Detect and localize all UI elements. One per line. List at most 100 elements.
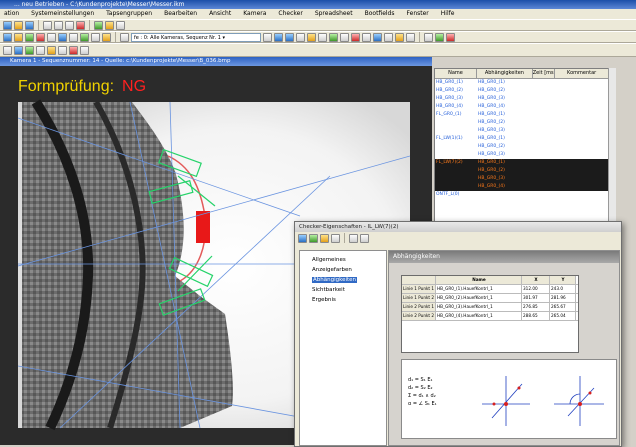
new-icon[interactable] [3, 20, 12, 30]
grid-row[interactable]: Linie 1 Punkt 2 HB_GR0_(2).HauefKontrl_1 3… [402, 294, 578, 303]
menu-item-spreadsheet[interactable]: Spreadsheet [314, 9, 354, 19]
menu-item-bearbeiten[interactable]: Bearbeiten [163, 9, 198, 19]
table-row[interactable]: HB_GR0_(3) HB_GR0_(3) [435, 95, 609, 103]
pin-icon[interactable] [360, 233, 369, 243]
settings-icon[interactable] [102, 32, 111, 42]
table-row[interactable]: HB_GR0_(2) HB_GR0_(2) [435, 87, 609, 95]
camera-select[interactable]: fe : 0: Alle Kameras, Sequenz Nr. 1 ▾ [131, 32, 261, 42]
line-icon[interactable] [340, 32, 349, 42]
column-header-name[interactable]: Name [435, 69, 478, 78]
info-icon[interactable] [105, 20, 114, 30]
cancel-icon[interactable] [446, 32, 455, 42]
property-tree: Allgemeines Anzeigefarben Abhängigkeiten… [299, 250, 387, 446]
menu-item-fenster[interactable]: Fenster [406, 9, 430, 19]
tree-item-anzeigefarben[interactable]: Anzeigefarben [300, 265, 386, 275]
loop-icon[interactable] [91, 32, 100, 42]
table-row[interactable]: FL_LW(1)(1) HB_GR0_(1) [435, 135, 609, 143]
ok-icon[interactable] [435, 32, 444, 42]
live-icon[interactable] [58, 32, 67, 42]
table-row[interactable]: HB_GR0_(2) [435, 167, 609, 175]
previous-icon[interactable] [120, 32, 129, 42]
table-row[interactable]: HB_GR0_(3) [435, 127, 609, 135]
arrow-right-icon[interactable] [349, 233, 358, 243]
open-folder-icon[interactable] [14, 20, 23, 30]
tree-item-abhaengigkeiten[interactable]: Abhängigkeiten [300, 275, 386, 285]
roi-icon[interactable] [329, 32, 338, 42]
tool-select-icon[interactable] [3, 45, 12, 55]
column-header-time[interactable]: Zeit [ms] [533, 69, 556, 78]
menu-item-hilfe[interactable]: Hilfe [440, 9, 456, 19]
tool-contour-icon[interactable] [47, 45, 56, 55]
copy-icon[interactable] [54, 20, 63, 30]
camera-select-value: fe : 0: Alle Kameras, Sequenz Nr. 1 [134, 34, 221, 41]
grid-row[interactable]: Linie 2 Punkt 1 HB_GR0_(3).HauefKontrl_1 2… [402, 303, 578, 312]
table-row[interactable]: FL_GR0_(1) HB_GR0_(1) [435, 111, 609, 119]
table-cell-comment [555, 183, 609, 191]
color-icon[interactable] [395, 32, 404, 42]
tool-pattern-icon[interactable] [36, 45, 45, 55]
table-row[interactable]: FL_LW(7)(2) HB_GR0_(1) [435, 159, 609, 167]
menu-item-bootfields[interactable]: Bootfields [364, 9, 396, 19]
tool-ocr-icon[interactable] [58, 45, 67, 55]
grid-header-y[interactable]: Y [550, 276, 576, 284]
table-cell-time [533, 175, 556, 183]
zoom-out-icon[interactable] [285, 32, 294, 42]
record-icon[interactable] [69, 32, 78, 42]
grid-row[interactable]: Linie 2 Punkt 2 HB_GR0_(4).HauefKontrl_1 2… [402, 312, 578, 321]
run-icon[interactable] [94, 20, 103, 30]
delete-icon[interactable] [76, 20, 85, 30]
text-icon[interactable] [384, 32, 393, 42]
tree-item-allgemeines[interactable]: Allgemeines [300, 255, 386, 265]
grid-icon[interactable] [307, 32, 316, 42]
menu-item-checker[interactable]: Checker [277, 9, 303, 19]
paste-icon[interactable] [65, 20, 74, 30]
next-icon[interactable] [263, 32, 272, 42]
tree-item-ergebnis[interactable]: Ergebnis [300, 295, 386, 305]
folder-icon[interactable] [320, 233, 329, 243]
copy-icon[interactable] [309, 233, 318, 243]
grid-header-x[interactable]: X [522, 276, 550, 284]
table-row[interactable]: HB_GR0_(2) [435, 119, 609, 127]
column-header-dependencies[interactable]: Abhängigkeiten [477, 69, 533, 78]
table-row[interactable]: HB_GR0_(3) [435, 175, 609, 183]
stop-icon[interactable] [36, 32, 45, 42]
zoom-in-icon[interactable] [274, 32, 283, 42]
save-icon[interactable] [25, 20, 34, 30]
menu-item-kamera[interactable]: Kamera [242, 9, 267, 19]
camera-icon[interactable] [3, 32, 12, 42]
table-row[interactable]: HB_GR0_(2) [435, 143, 609, 151]
tool-caliper-icon[interactable] [80, 45, 89, 55]
grid-header-name[interactable]: Name [436, 276, 522, 284]
tool-edge-icon[interactable] [14, 45, 23, 55]
search-icon[interactable] [424, 32, 433, 42]
menu-item-ation[interactable]: ation [3, 9, 20, 19]
checker-icon[interactable] [373, 32, 382, 42]
undo-icon[interactable] [331, 233, 340, 243]
table-row[interactable]: HB_GR0_(4) [435, 183, 609, 191]
apply-icon[interactable] [298, 233, 307, 243]
print-icon[interactable] [116, 20, 125, 30]
pointer-icon[interactable] [318, 32, 327, 42]
table-row[interactable]: HB_GR0_(4) HB_GR0_(4) [435, 103, 609, 111]
camera-window-title: Kamera 1 - Sequenznummer: 14 - Quelle: c… [0, 57, 432, 66]
column-header-comment[interactable]: Kommentar [555, 69, 609, 78]
trigger-icon[interactable] [80, 32, 89, 42]
table-row[interactable]: ONTF_L(0) [435, 191, 609, 199]
fit-icon[interactable] [296, 32, 305, 42]
menu-item-ansicht[interactable]: Ansicht [208, 9, 232, 19]
menu-item-tapsengruppen[interactable]: Tapsengruppen [105, 9, 153, 19]
tool-blob-icon[interactable] [25, 45, 34, 55]
histogram-icon[interactable] [406, 32, 415, 42]
menu-item-systemeinstellungen[interactable]: Systemeinstellungen [30, 9, 95, 19]
tree-item-sichtbarkeit[interactable]: Sichtbarkeit [300, 285, 386, 295]
grid-row[interactable]: Linie 1 Punkt 1 HB_GR0_(1).HauefKontrl_1 3… [402, 285, 578, 294]
grab-icon[interactable] [47, 32, 56, 42]
table-row[interactable]: HB_GR0_(3) [435, 151, 609, 159]
image-icon[interactable] [14, 32, 23, 42]
circle-icon[interactable] [351, 32, 360, 42]
tool-defect-icon[interactable] [69, 45, 78, 55]
cut-icon[interactable] [43, 20, 52, 30]
table-row[interactable]: HB_GR0_(1) HB_GR0_(1) [435, 79, 609, 87]
play-icon[interactable] [25, 32, 34, 42]
measure-icon[interactable] [362, 32, 371, 42]
